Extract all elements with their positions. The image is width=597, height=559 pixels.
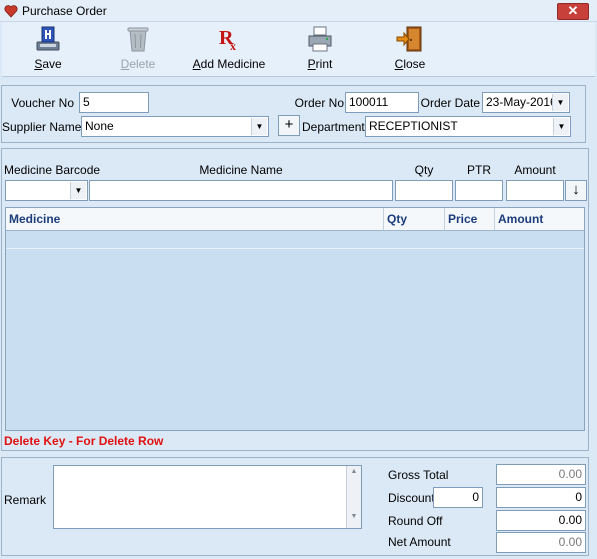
rx-icon: R x [219, 27, 236, 53]
print-label: Print [307, 57, 333, 71]
amount-label: Amount [514, 163, 556, 177]
column-amount[interactable]: Amount [495, 208, 584, 230]
save-label: Save [34, 57, 62, 71]
round-off-input[interactable]: 0.00 [496, 510, 586, 531]
round-off-label: Round Off [388, 514, 443, 528]
amount-input[interactable] [506, 180, 564, 201]
column-qty[interactable]: Qty [384, 208, 445, 230]
order-date-label: Order Date [420, 96, 480, 110]
delete-row-hint: Delete Key - For Delete Row [4, 434, 164, 448]
svg-text:x: x [230, 39, 236, 53]
close-label: Close [394, 57, 426, 71]
supplier-select[interactable]: None ▼ [81, 116, 269, 137]
add-row-button[interactable]: ↓ [565, 180, 587, 201]
app-heart-icon [4, 5, 18, 18]
medicine-name-input[interactable] [89, 180, 393, 201]
save-button[interactable]: Save [28, 24, 68, 74]
order-date-value: 23-May-2016 [486, 95, 557, 109]
voucher-no-label: Voucher No [11, 96, 74, 110]
supplier-value: None [85, 119, 114, 133]
ptr-label: PTR [467, 163, 491, 177]
gross-total-label: Gross Total [388, 468, 449, 482]
order-date-picker[interactable]: 23-May-2016 ▼ [482, 92, 570, 113]
totals-panel: Remark ▲ ▼ Gross Total 0.00 Discount 0 0… [1, 457, 589, 556]
qty-input[interactable] [395, 180, 453, 201]
medicine-barcode-select[interactable]: ▼ [5, 180, 88, 201]
remark-label: Remark [4, 493, 47, 507]
discount-label: Discount [388, 491, 435, 505]
delete-label: Delete [120, 57, 156, 71]
department-select[interactable]: RECEPTIONIST ▼ [365, 116, 571, 137]
net-amount-label: Net Amount [388, 535, 451, 549]
scroll-down-icon[interactable]: ▼ [347, 513, 361, 520]
order-no-input[interactable]: 100011 [345, 92, 419, 113]
medicine-barcode-label: Medicine Barcode [4, 163, 101, 177]
ptr-input[interactable] [455, 180, 503, 201]
discount-amount-input[interactable]: 0 [496, 487, 586, 508]
order-header-panel: Voucher No 5 Order No 100011 Order Date … [1, 85, 586, 143]
net-amount-field: 0.00 [496, 532, 586, 553]
exit-door-icon [396, 26, 422, 52]
print-button[interactable]: Print [300, 24, 340, 74]
qty-label: Qty [414, 163, 434, 177]
title-bar: Purchase Order ✕ [0, 0, 597, 22]
gross-total-field: 0.00 [496, 464, 586, 485]
chevron-down-icon[interactable]: ▼ [552, 94, 568, 111]
chevron-down-icon[interactable]: ▼ [553, 118, 569, 135]
remark-textarea[interactable] [53, 465, 362, 529]
department-label: Department [302, 120, 365, 134]
voucher-no-input[interactable]: 5 [79, 92, 149, 113]
table-row[interactable] [6, 231, 584, 249]
toolbar: Save Delete R x Add Medicine Print Close [2, 22, 595, 77]
supplier-name-label: Supplier Name [2, 120, 82, 134]
column-price[interactable]: Price [445, 208, 495, 230]
remark-scrollbar[interactable]: ▲ ▼ [346, 466, 361, 528]
save-icon [36, 26, 60, 51]
close-button[interactable]: Close [390, 24, 430, 74]
printer-icon [308, 26, 332, 52]
add-medicine-label: Add Medicine [192, 57, 266, 71]
grid-header: Medicine Qty Price Amount [6, 208, 584, 231]
column-medicine[interactable]: Medicine [6, 208, 384, 230]
window-close-button[interactable]: ✕ [557, 3, 589, 20]
chevron-down-icon[interactable]: ▼ [70, 182, 86, 199]
scroll-up-icon[interactable]: ▲ [347, 468, 361, 475]
add-supplier-button[interactable]: + [278, 115, 300, 136]
delete-button[interactable]: Delete [116, 24, 160, 74]
chevron-down-icon[interactable]: ▼ [251, 118, 267, 135]
add-medicine-button[interactable]: R x Add Medicine [190, 24, 268, 74]
medicine-grid[interactable]: Medicine Qty Price Amount [5, 207, 585, 431]
window-title: Purchase Order [22, 4, 107, 18]
medicine-name-label: Medicine Name [199, 163, 283, 177]
discount-percent-input[interactable]: 0 [433, 487, 483, 508]
arrow-down-icon: ↓ [572, 181, 580, 198]
order-no-label: Order No [294, 96, 344, 110]
trash-icon [127, 27, 149, 52]
department-value: RECEPTIONIST [369, 119, 458, 133]
